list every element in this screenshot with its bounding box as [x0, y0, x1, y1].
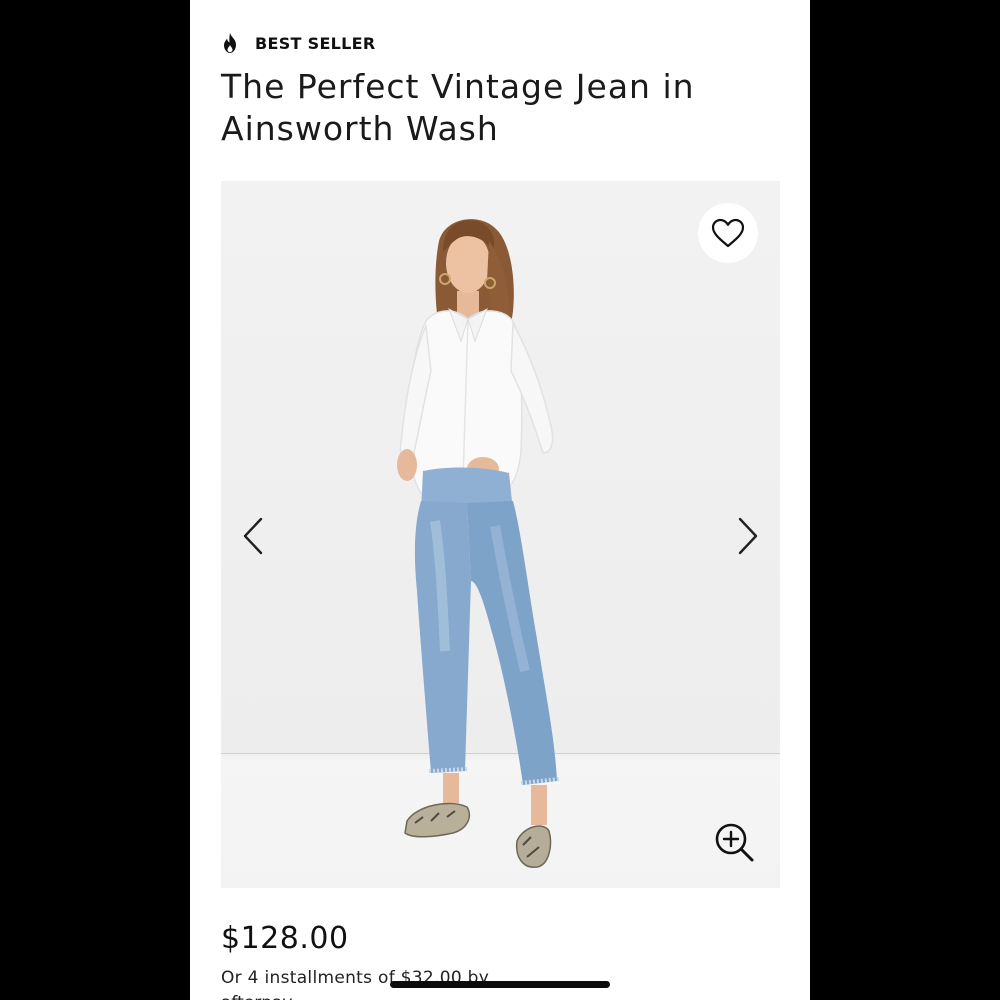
- zoom-in-icon[interactable]: [713, 821, 757, 865]
- product-title: The Perfect Vintage Jean in Ainsworth Wa…: [221, 67, 695, 148]
- product-image-gallery[interactable]: [221, 181, 780, 888]
- wishlist-button[interactable]: [698, 203, 758, 263]
- badge-label: BEST SELLER: [255, 33, 376, 53]
- product-image[interactable]: [221, 181, 780, 888]
- heart-icon: [711, 218, 745, 248]
- home-indicator[interactable]: [390, 981, 610, 988]
- product-price: $128.00: [221, 921, 349, 956]
- next-image-button[interactable]: [733, 516, 763, 556]
- installments-provider[interactable]: afterpay: [221, 993, 293, 1000]
- chevron-right-icon: [738, 517, 758, 555]
- product-page: BEST SELLER The Perfect Vintage Jean in …: [190, 0, 810, 1000]
- best-seller-badge: BEST SELLER: [221, 32, 376, 54]
- previous-image-button[interactable]: [238, 516, 268, 556]
- flame-icon: [224, 33, 236, 53]
- chevron-left-icon: [243, 517, 263, 555]
